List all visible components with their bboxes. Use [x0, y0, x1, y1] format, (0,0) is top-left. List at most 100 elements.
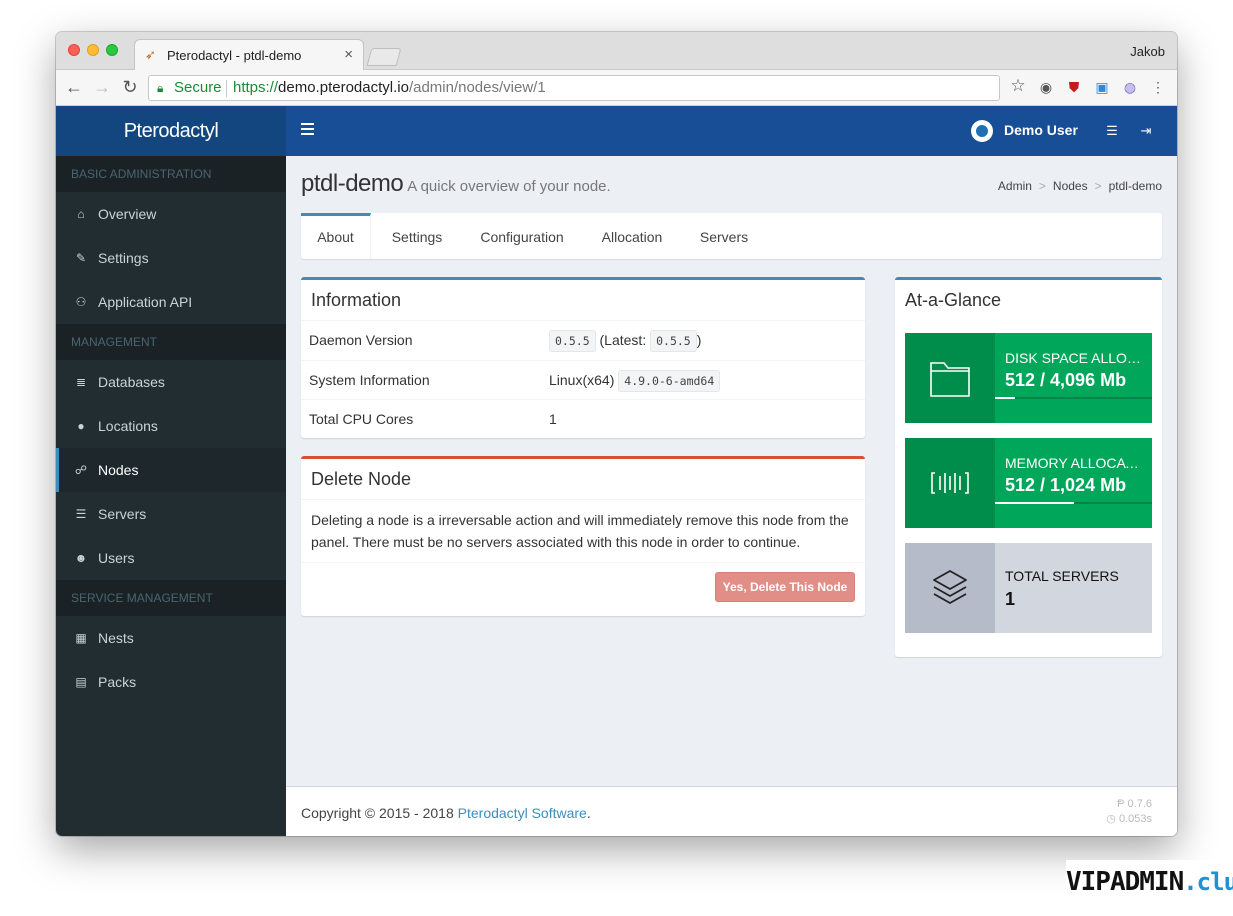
extension-window-icon[interactable]: ▣ — [1094, 79, 1110, 95]
browser-profile-name[interactable]: Jakob — [1130, 44, 1165, 59]
secure-label: Secure — [174, 79, 222, 96]
archive-icon: ▤ — [75, 675, 87, 689]
browser-toolbar: ← → ↻ 🔒︎ Secure https://demo.pterodactyl… — [56, 70, 1177, 106]
browser-tabbar: ➶ Pterodactyl - ptdl-demo × Jakob — [56, 32, 1177, 70]
sidebar-item-nests[interactable]: ▦ Nests — [56, 616, 286, 660]
delete-node-footer: Yes, Delete This Node — [301, 562, 865, 612]
extension-wappalyzer-icon[interactable]: ◍ — [1122, 79, 1138, 95]
footer-link[interactable]: Pterodactyl Software — [458, 805, 587, 821]
layers-icon — [933, 570, 967, 604]
close-window-button[interactable] — [68, 44, 80, 56]
memory-card: MEMORY ALLOCATED 512 / 1,024 Mb — [905, 438, 1152, 528]
folder-icon — [930, 362, 970, 397]
breadcrumb-current: ptdl-demo — [1108, 179, 1162, 193]
pterodactyl-favicon-icon: ➶ — [145, 47, 156, 62]
sidebar-item-servers[interactable]: ☰ Servers — [56, 492, 286, 536]
cpu-cores-row: Total CPU Cores 1 — [301, 399, 865, 438]
back-arrow-icon[interactable]: ← — [64, 77, 84, 97]
memory-progress — [995, 502, 1152, 504]
page-subtitle: A quick overview of your node. — [407, 178, 611, 195]
sidebar-item-locations[interactable]: ● Locations — [56, 404, 286, 448]
database-icon: ≣ — [75, 375, 87, 389]
information-title: Information — [301, 280, 865, 321]
url-divider — [226, 80, 227, 97]
kernel-version: 4.9.0-6-amd64 — [618, 370, 721, 392]
sidebar-header-management: MANAGEMENT — [56, 324, 286, 360]
gamepad-icon: ⚇ — [75, 295, 87, 309]
tab-allocation[interactable]: Allocation — [587, 213, 677, 259]
sidebar-item-settings[interactable]: ✎ Settings — [56, 236, 286, 280]
top-navbar: Demo User ☰ ⇥ — [286, 106, 1177, 156]
users-icon: ☻ — [74, 551, 88, 565]
latest-version: 0.5.5 — [650, 330, 697, 352]
user-avatar[interactable] — [971, 120, 993, 142]
server-icon: ☰ — [75, 507, 87, 521]
watermark-logo: VIPADMIN.club — [1066, 860, 1233, 904]
tab-settings[interactable]: Settings — [377, 213, 457, 259]
total-servers-card: TOTAL SERVERS 1 — [905, 543, 1152, 633]
sidebar-toggle-icon[interactable] — [301, 123, 314, 135]
browser-menu-icon[interactable]: ⋮ — [1150, 79, 1166, 95]
tab-about[interactable]: About — [301, 213, 371, 259]
disk-space-label: DISK SPACE ALLOCATED — [1005, 350, 1145, 366]
url-text: https://demo.pterodactyl.io/admin/nodes/… — [233, 79, 546, 96]
new-tab-button[interactable] — [366, 48, 402, 66]
sidebar-item-application-api[interactable]: ⚇ Application API — [56, 280, 286, 324]
at-a-glance-title: At-a-Glance — [905, 290, 1002, 310]
home-icon: ⌂ — [77, 207, 85, 221]
ublock-icon[interactable]: ⛊ — [1066, 79, 1082, 95]
disk-space-card: DISK SPACE ALLOCATED 512 / 4,096 Mb — [905, 333, 1152, 423]
sidebar-item-packs[interactable]: ▤ Packs — [56, 660, 286, 704]
sidebar-item-overview[interactable]: ⌂ Overview — [56, 192, 286, 236]
browser-window: ➶ Pterodactyl - ptdl-demo × Jakob ← → ↻ … — [56, 32, 1177, 836]
maximize-window-button[interactable] — [106, 44, 118, 56]
user-name[interactable]: Demo User — [1004, 122, 1078, 138]
sitemap-icon: ☍ — [74, 463, 88, 477]
delete-node-button[interactable]: Yes, Delete This Node — [715, 572, 855, 602]
sidebar-item-users[interactable]: ☻ Users — [56, 536, 286, 580]
bookmark-star-icon[interactable]: ☆ — [1010, 77, 1026, 94]
browser-tab[interactable]: ➶ Pterodactyl - ptdl-demo × — [134, 39, 364, 70]
sidebar-header-basic: BASIC ADMINISTRATION — [56, 156, 286, 192]
system-info-row: System Information Linux(x64) 4.9.0-6-am… — [301, 360, 865, 399]
sidebar-item-databases[interactable]: ≣ Databases — [56, 360, 286, 404]
disk-space-value: 512 / 4,096 Mb — [1005, 370, 1127, 390]
page-title: ptdl-demo A quick overview of your node. — [301, 170, 611, 197]
total-servers-value: 1 — [1005, 589, 1016, 609]
logout-icon[interactable]: ⇥ — [1138, 123, 1154, 139]
app-logo[interactable]: Pterodactyl — [56, 106, 286, 156]
server-list-icon[interactable]: ☰ — [1104, 123, 1120, 139]
disk-space-progress — [995, 397, 1152, 399]
daemon-version-row: Daemon Version 0.5.5 (Latest: 0.5.5) — [301, 321, 865, 360]
breadcrumb-admin[interactable]: Admin — [998, 179, 1032, 193]
breadcrumb-nodes[interactable]: Nodes — [1053, 179, 1088, 193]
minimize-window-button[interactable] — [87, 44, 99, 56]
barcode-icon — [931, 472, 969, 494]
information-box: Information Daemon Version 0.5.5 (Latest… — [301, 277, 865, 438]
version-icon: Ᵽ — [1117, 798, 1125, 810]
admin-app: Pterodactyl Demo User ☰ ⇥ BASIC ADMINIST… — [56, 106, 1177, 836]
clock-icon: ◷ — [1106, 813, 1116, 825]
total-servers-label: TOTAL SERVERS — [1005, 568, 1119, 584]
reload-icon[interactable]: ↻ — [120, 77, 140, 97]
tab-close-icon[interactable]: × — [344, 46, 353, 63]
daemon-version: 0.5.5 — [549, 330, 596, 352]
th-large-icon: ▦ — [75, 631, 87, 645]
browser-tab-title: Pterodactyl - ptdl-demo — [167, 48, 302, 63]
sidebar-header-service-management: SERVICE MANAGEMENT — [56, 580, 286, 616]
extension-shield-icon[interactable]: ◉ — [1038, 79, 1054, 95]
lock-icon: 🔒︎ — [157, 81, 164, 95]
memory-value: 512 / 1,024 Mb — [1005, 475, 1127, 495]
forward-arrow-icon[interactable]: → — [92, 77, 112, 97]
address-bar[interactable]: 🔒︎ Secure https://demo.pterodactyl.io/ad… — [148, 75, 1000, 101]
wrench-icon: ✎ — [75, 251, 87, 265]
tab-configuration[interactable]: Configuration — [469, 213, 575, 259]
node-tabs: About Settings Configuration Allocation … — [301, 213, 1162, 259]
main-content: ptdl-demo A quick overview of your node. … — [286, 156, 1177, 786]
tab-servers[interactable]: Servers — [687, 213, 761, 259]
delete-node-warning: Deleting a node is a irreversable action… — [311, 512, 849, 550]
globe-icon: ● — [77, 419, 85, 433]
sidebar-item-nodes[interactable]: ☍ Nodes — [56, 448, 286, 492]
footer-version: Ᵽ 0.7.6 ◷ 0.053s — [1106, 798, 1152, 825]
delete-node-box: Delete Node Deleting a node is a irrever… — [301, 456, 865, 616]
